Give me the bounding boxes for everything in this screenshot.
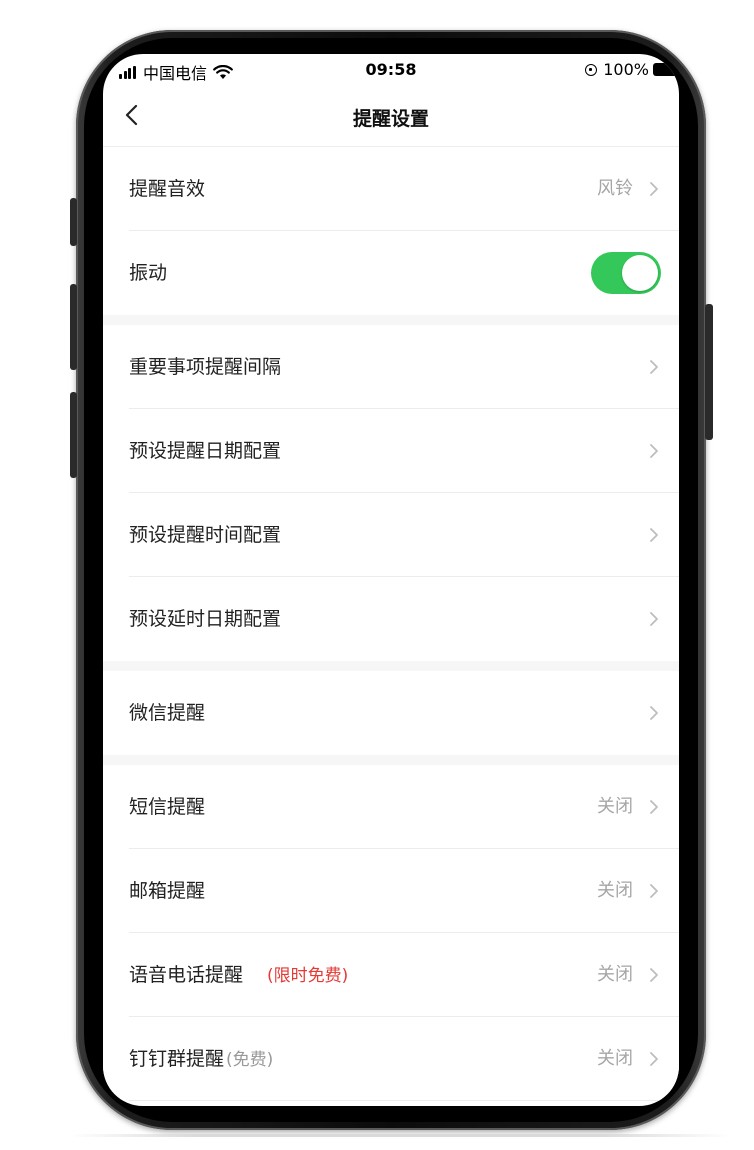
setting-label: 微信提醒 <box>129 702 206 724</box>
chevron-right-icon <box>650 1052 658 1066</box>
section-gap <box>103 315 679 325</box>
screen: 中国电信 09:58 100% 提醒设置 提醒音效 风铃 振动 重要事项提醒间隔… <box>103 54 679 1106</box>
setting-row-preset-date[interactable]: 预设提醒日期配置 <box>103 409 679 493</box>
setting-label: 语音电话提醒 (限时免费) <box>129 933 348 1018</box>
vibration-toggle[interactable] <box>591 252 661 294</box>
section-gap <box>103 661 679 671</box>
battery-percent: 100% <box>603 60 649 79</box>
setting-label: 短信提醒 <box>129 796 206 818</box>
setting-label: 预设提醒时间配置 <box>129 524 282 546</box>
toggle-knob <box>622 255 658 291</box>
volume-up-button <box>70 284 77 370</box>
navigation-bar: 提醒设置 <box>103 88 679 147</box>
page-title: 提醒设置 <box>352 108 429 130</box>
setting-label-text: 钉钉群提醒 <box>129 1048 225 1070</box>
setting-row-alert-sound[interactable]: 提醒音效 风铃 <box>103 147 679 231</box>
setting-label-text: 语音电话提醒 <box>129 964 244 986</box>
chevron-right-icon <box>650 612 658 626</box>
setting-label: 振动 <box>129 262 168 284</box>
chevron-right-icon <box>650 444 658 458</box>
orientation-lock-icon <box>585 63 598 76</box>
status-right: 100% <box>585 60 679 79</box>
free-tag: (免费) <box>226 1050 274 1070</box>
setting-row-email[interactable]: 邮箱提醒 关闭 <box>103 849 679 933</box>
volume-down-button <box>70 392 77 478</box>
mute-switch <box>70 198 77 246</box>
setting-value: 关闭 <box>597 964 633 985</box>
setting-row-voice-call[interactable]: 语音电话提醒 (限时免费) 关闭 <box>103 933 679 1017</box>
shadow-line <box>70 1134 730 1137</box>
setting-label: 邮箱提醒 <box>129 880 206 902</box>
chevron-right-icon <box>650 884 658 898</box>
setting-row-preset-delay[interactable]: 预设延时日期配置 <box>103 577 679 661</box>
power-button <box>705 304 713 440</box>
setting-value: 关闭 <box>597 880 633 901</box>
setting-label: 提醒音效 <box>129 178 206 200</box>
chevron-right-icon <box>650 360 658 374</box>
settings-list: 提醒音效 风铃 振动 重要事项提醒间隔 预设提醒日期配置 预设提醒时间配置 预设 <box>103 147 679 1101</box>
setting-row-preset-time[interactable]: 预设提醒时间配置 <box>103 493 679 577</box>
setting-row-vibration: 振动 <box>103 231 679 315</box>
section-gap <box>103 755 679 765</box>
setting-label: 钉钉群提醒 (免费) <box>129 1017 273 1102</box>
setting-label: 预设延时日期配置 <box>129 608 282 630</box>
chevron-right-icon <box>650 706 658 720</box>
setting-row-sms[interactable]: 短信提醒 关闭 <box>103 765 679 849</box>
chevron-right-icon <box>650 528 658 542</box>
setting-value: 风铃 <box>597 178 633 199</box>
setting-value: 关闭 <box>597 796 633 817</box>
row-divider <box>129 1100 679 1101</box>
setting-row-important-interval[interactable]: 重要事项提醒间隔 <box>103 325 679 409</box>
setting-row-dingtalk[interactable]: 钉钉群提醒 (免费) 关闭 <box>103 1017 679 1101</box>
setting-label: 重要事项提醒间隔 <box>129 356 282 378</box>
status-bar: 中国电信 09:58 100% <box>103 54 679 88</box>
setting-label: 预设提醒日期配置 <box>129 440 282 462</box>
battery-icon <box>653 63 679 76</box>
setting-row-wechat[interactable]: 微信提醒 <box>103 671 679 755</box>
setting-value: 关闭 <box>597 1048 633 1069</box>
chevron-right-icon <box>650 800 658 814</box>
chevron-right-icon <box>650 182 658 196</box>
chevron-right-icon <box>650 968 658 982</box>
free-tag: (限时免费) <box>267 966 349 986</box>
